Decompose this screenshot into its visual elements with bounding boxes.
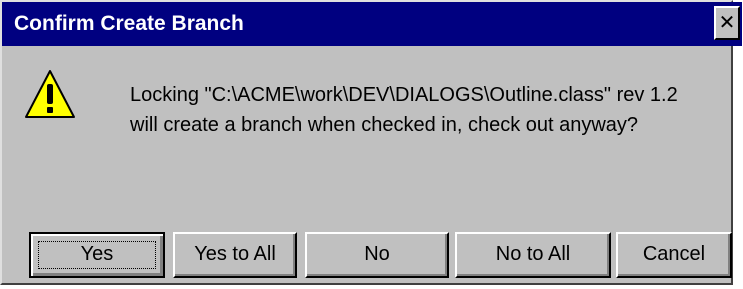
no-to-all-button[interactable]: No to All (455, 232, 611, 278)
close-icon: ✕ (718, 10, 736, 34)
dialog-message: Locking "C:\ACME\work\DEV\DIALOGS\Outlin… (130, 80, 678, 140)
message-line-2: will create a branch when checked in, ch… (130, 114, 639, 136)
yes-button-label: Yes (80, 243, 114, 265)
cancel-button[interactable]: Cancel (616, 232, 732, 278)
message-line-1: Locking "C:\ACME\work\DEV\DIALOGS\Outlin… (130, 84, 678, 106)
no-to-all-button-label: No to All (495, 243, 571, 265)
no-button-label: No (364, 243, 390, 265)
title-bar: Confirm Create Branch (2, 2, 742, 46)
warning-icon (24, 68, 76, 120)
no-button[interactable]: No (305, 232, 449, 278)
close-button[interactable]: ✕ (714, 6, 740, 40)
cancel-button-label: Cancel (642, 243, 706, 265)
yes-button[interactable]: Yes (29, 232, 165, 278)
yes-to-all-button[interactable]: Yes to All (173, 232, 297, 278)
yes-to-all-button-label: Yes to All (194, 243, 276, 265)
window-title: Confirm Create Branch (14, 12, 244, 35)
